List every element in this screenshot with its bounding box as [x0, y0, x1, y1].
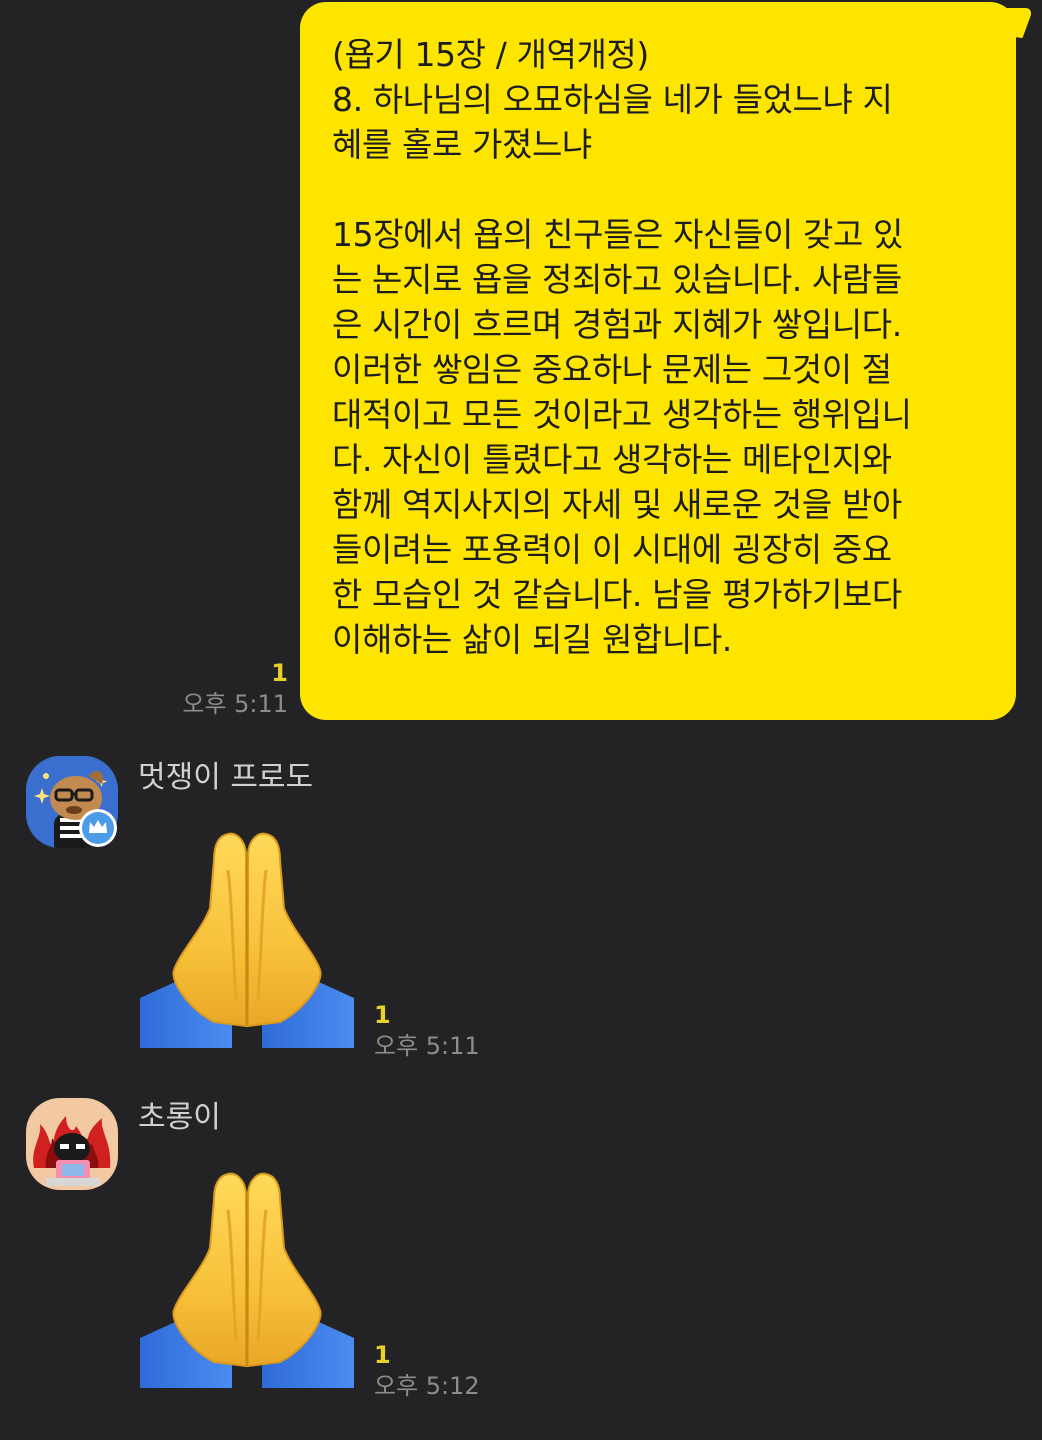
my-message-meta: 1 오후 5:11	[182, 658, 288, 720]
message-time: 오후 5:11	[182, 690, 288, 718]
message-meta: 1 오후 5:12	[374, 1340, 480, 1402]
folded-hands-emoji-icon[interactable]	[140, 830, 354, 1048]
choroong-avatar-icon	[26, 1098, 118, 1190]
message-time: 오후 5:11	[374, 1032, 480, 1060]
bubble-tail	[992, 8, 1034, 38]
sender-name: 멋쟁이 프로도	[138, 760, 314, 795]
message-body: 15장에서 욥의 친구들은 자신들이 갖고 있 는 논지로 욥을 정죄하고 있습…	[332, 215, 912, 659]
unread-count: 1	[374, 1001, 391, 1029]
sender-name: 초롱이	[138, 1100, 221, 1135]
unread-count: 1	[271, 659, 288, 687]
unread-count: 1	[374, 1341, 391, 1369]
my-message-bubble[interactable]: (욥기 15장 / 개역개정) 8. 하나님의 오묘하심을 네가 들었느냐 지 …	[300, 2, 1034, 720]
message-meta: 1 오후 5:11	[374, 1000, 480, 1062]
message-time: 오후 5:12	[374, 1372, 480, 1400]
chat-room: (욥기 15장 / 개역개정) 8. 하나님의 오묘하심을 네가 들었느냐 지 …	[0, 0, 1042, 1440]
message-verse: 8. 하나님의 오묘하심을 네가 들었느냐 지 혜를 홀로 가졌느냐	[332, 80, 893, 164]
frodo-dog-avatar-icon	[26, 756, 118, 848]
profile-avatar-frodo[interactable]	[26, 756, 118, 848]
message-heading: (욥기 15장 / 개역개정)	[332, 35, 649, 74]
folded-hands-emoji-icon[interactable]	[140, 1170, 354, 1388]
profile-avatar-choroong[interactable]	[26, 1098, 118, 1190]
